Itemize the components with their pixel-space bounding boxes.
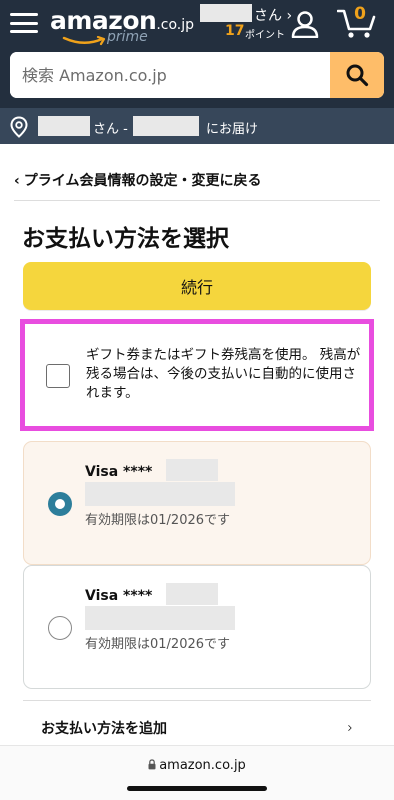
cart-count-badge[interactable]: 0 <box>350 4 370 24</box>
home-indicator <box>127 786 267 791</box>
lock-icon <box>148 759 156 770</box>
page-title: お支払い方法を選択 <box>22 226 229 252</box>
back-to-prime-settings-link[interactable]: ‹ プライム会員情報の設定・変更に戻る <box>14 170 262 190</box>
delivery-label: にお届け <box>206 122 259 137</box>
card-brand-label: Visa **** <box>85 464 152 480</box>
add-payment-label: お支払い方法を追加 <box>41 721 167 737</box>
prime-label: prime <box>107 29 148 45</box>
card-brand: Visa <box>85 464 119 480</box>
points-value: 17 <box>225 23 245 39</box>
delivery-bar[interactable]: さん - にお届け <box>0 108 394 144</box>
payment-radio-selected[interactable] <box>48 492 72 516</box>
account-name-redacted[interactable] <box>200 4 252 22</box>
card-brand: Visa <box>85 588 119 604</box>
search-button[interactable] <box>330 52 384 98</box>
card-holder-redacted <box>85 482 235 506</box>
delivery-address-redacted <box>133 116 199 136</box>
gift-card-option-text[interactable]: ギフト券またはギフト券残高を使用。 残高が残る場合は、今後の支払いに自動的に使用… <box>86 346 366 403</box>
delivery-name-redacted <box>38 116 90 136</box>
chevron-left-icon: ‹ <box>14 173 20 189</box>
browser-url-bar[interactable]: amazon.co.jp <box>0 745 394 800</box>
search-bar <box>10 52 384 98</box>
location-pin-icon <box>10 116 28 138</box>
search-icon <box>346 64 369 87</box>
gift-card-checkbox[interactable] <box>46 364 70 388</box>
card-expiry: 有効期限は01/2026です <box>85 513 231 528</box>
menu-icon[interactable] <box>10 10 38 36</box>
card-holder-redacted <box>85 606 235 630</box>
card-brand-label: Visa **** <box>85 588 152 604</box>
divider <box>23 700 371 701</box>
search-input[interactable] <box>10 52 330 98</box>
card-mask: **** <box>123 464 153 480</box>
account-suffix[interactable]: さん › <box>254 5 292 25</box>
card-number-redacted <box>166 583 218 605</box>
chevron-right-icon <box>348 725 352 731</box>
user-icon[interactable] <box>290 10 320 38</box>
divider <box>14 200 380 201</box>
payment-radio[interactable] <box>48 616 72 640</box>
payment-method-card[interactable]: Visa **** 有効期限は01/2026です <box>23 441 371 565</box>
app-header: amazon.co.jp prime さん › 17 ポイント 0 さん - <box>0 0 394 144</box>
back-link-label: プライム会員情報の設定・変更に戻る <box>23 173 262 189</box>
continue-button[interactable]: 続行 <box>23 262 371 310</box>
card-expiry: 有効期限は01/2026です <box>85 637 231 652</box>
payment-method-card[interactable]: Visa **** 有効期限は01/2026です <box>23 565 371 689</box>
smile-icon <box>62 36 106 46</box>
delivery-name-suffix: さん - <box>93 122 128 137</box>
card-mask: **** <box>123 588 153 604</box>
points-label: ポイント <box>245 30 285 41</box>
url-text: amazon.co.jp <box>159 758 246 773</box>
logo-domain: .co.jp <box>156 17 195 33</box>
add-payment-method-row[interactable]: お支払い方法を追加 <box>23 712 371 744</box>
card-number-redacted <box>166 459 218 481</box>
url-display: amazon.co.jp <box>0 758 394 773</box>
